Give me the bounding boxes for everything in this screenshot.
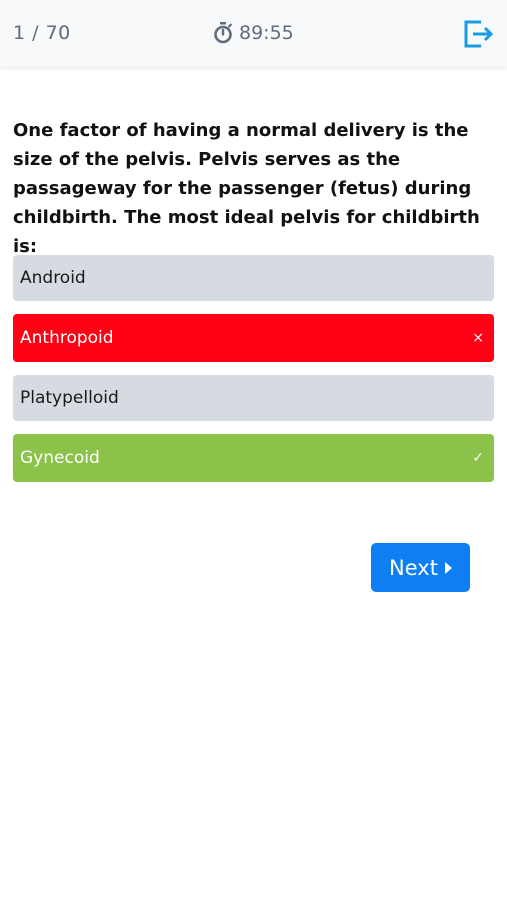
option-label: Platypelloid [20, 388, 119, 408]
timer-text: 89:55 [239, 22, 294, 44]
option-anthropoid[interactable]: Anthropoid × [13, 314, 494, 362]
caret-right-icon [444, 561, 452, 574]
question-text: One factor of having a normal delivery i… [13, 120, 480, 257]
stopwatch-icon [214, 22, 232, 44]
option-android[interactable]: Android [13, 255, 494, 301]
option-label: Android [20, 268, 86, 288]
top-bar: 1 / 70 89:55 [0, 0, 507, 67]
check-icon: ✓ [472, 450, 484, 466]
option-platypelloid[interactable]: Platypelloid [13, 375, 494, 421]
close-icon: × [472, 330, 484, 346]
option-label: Gynecoid [20, 448, 100, 468]
question-counter: 1 / 70 [13, 22, 71, 44]
next-button-label: Next [389, 555, 438, 580]
option-label: Anthropoid [20, 328, 114, 348]
exit-button[interactable] [461, 18, 495, 50]
timer: 89:55 [213, 22, 294, 44]
next-button[interactable]: Next [371, 543, 470, 592]
option-gynecoid[interactable]: Gynecoid ✓ [13, 434, 494, 482]
exit-icon [464, 20, 494, 48]
